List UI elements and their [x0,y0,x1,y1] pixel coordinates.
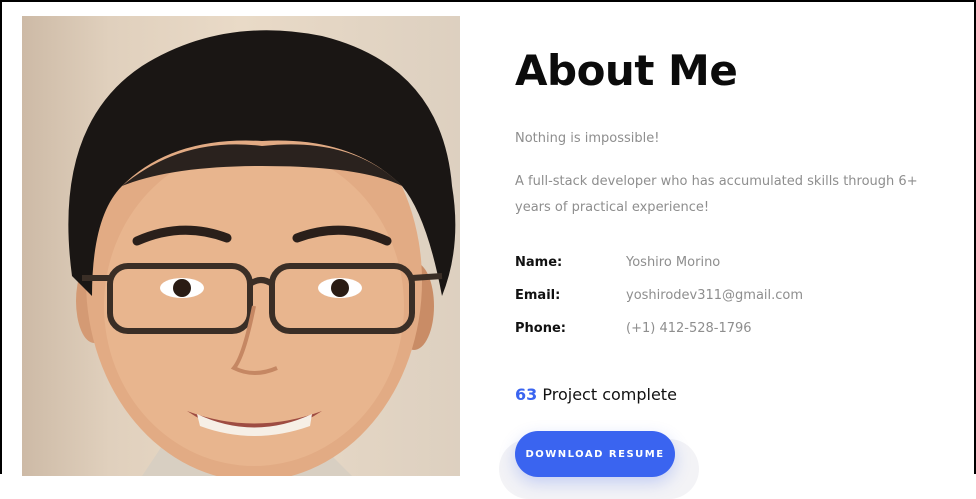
project-stat: 63 Project complete [515,385,677,404]
profile-photo [22,16,460,476]
project-count: 63 [515,385,538,404]
description: A full-stack developer who has accumulat… [515,174,918,215]
about-section: About Me Nothing is impossible! A full-s… [0,0,976,499]
download-resume-button[interactable]: Download Resume [515,431,675,477]
page-title: About Me [515,46,738,95]
name-label: Name: [515,255,563,270]
name-value: Yoshiro Morino [626,255,721,270]
about-content: About Me Nothing is impossible! A full-s… [499,2,955,499]
portrait-illustration [68,30,456,476]
project-stat-label: Project complete [542,385,677,404]
tagline: Nothing is impossible! [515,131,660,146]
email-label: Email: [515,288,561,303]
email-value: yoshirodev311@gmail.com [626,288,804,303]
phone-value: (+1) 412-528-1796 [626,321,752,336]
phone-label: Phone: [515,321,566,336]
